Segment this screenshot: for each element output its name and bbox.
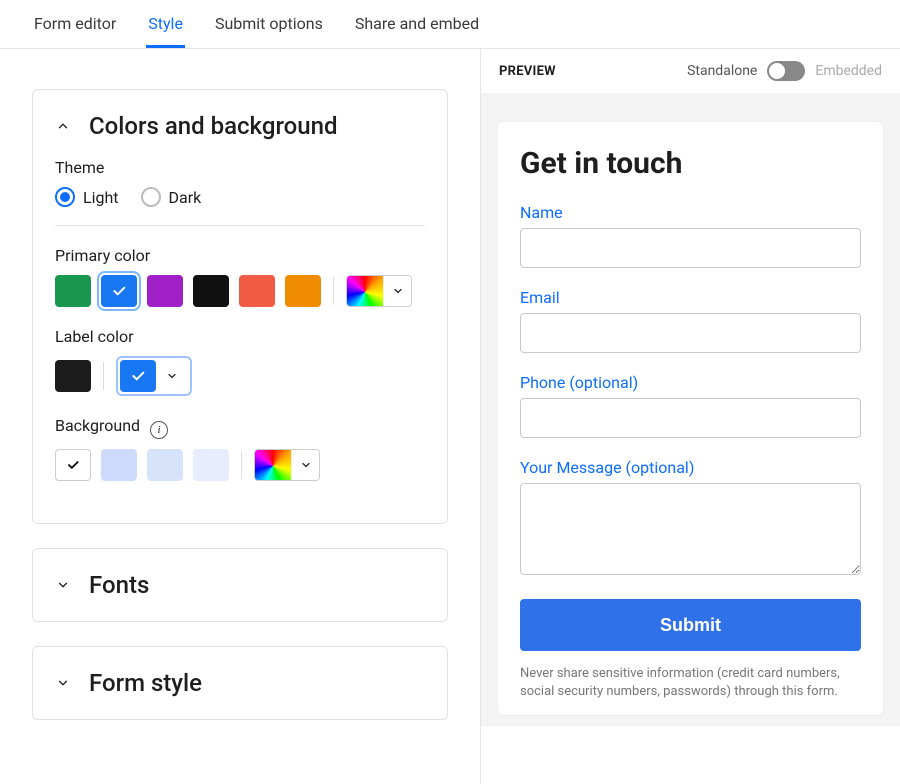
bg-swatch-2[interactable] <box>101 449 137 481</box>
chevron-down-icon <box>291 450 319 480</box>
theme-label: Theme <box>55 158 425 177</box>
form-disclaimer: Never share sensitive information (credi… <box>520 665 861 701</box>
field-label-phone: Phone (optional) <box>520 373 861 392</box>
tab-bar: Form editor Style Submit options Share a… <box>0 0 900 49</box>
preview-form: Get in touch Name Email Phone (optional)… <box>497 121 884 716</box>
rainbow-icon <box>347 276 383 307</box>
swatch-red[interactable] <box>239 275 275 307</box>
section-header-colors[interactable]: Colors and background <box>55 112 425 140</box>
radio-icon <box>141 187 161 207</box>
background-label: Background i <box>55 416 425 439</box>
chevron-down-icon <box>55 577 71 593</box>
tab-style[interactable]: Style <box>146 0 185 48</box>
chevron-up-icon <box>55 118 71 134</box>
form-title: Get in touch <box>520 146 861 181</box>
submit-button[interactable]: Submit <box>520 599 861 651</box>
message-textarea[interactable] <box>520 483 861 575</box>
swatch-purple[interactable] <box>147 275 183 307</box>
section-fonts[interactable]: Fonts <box>32 548 448 622</box>
email-input[interactable] <box>520 313 861 353</box>
info-icon[interactable]: i <box>150 421 168 439</box>
label-color-label: Label color <box>55 327 425 346</box>
radio-label: Light <box>83 188 119 207</box>
chevron-down-icon <box>156 360 188 392</box>
bg-swatch-3[interactable] <box>147 449 183 481</box>
field-label-message: Your Message (optional) <box>520 458 861 477</box>
bg-swatch-4[interactable] <box>193 449 229 481</box>
preview-pane: PREVIEW Standalone Embedded Get in touch… <box>480 49 900 784</box>
swatch-blue[interactable] <box>101 275 137 307</box>
chevron-down-icon <box>383 276 411 306</box>
check-icon <box>111 283 127 299</box>
radio-label: Dark <box>169 188 202 207</box>
section-title: Colors and background <box>89 112 337 140</box>
swatch-black[interactable] <box>193 275 229 307</box>
tab-form-editor[interactable]: Form editor <box>32 0 118 48</box>
rainbow-icon <box>255 450 291 481</box>
section-title: Fonts <box>89 571 149 599</box>
theme-radio-dark[interactable]: Dark <box>141 187 202 207</box>
field-label-email: Email <box>520 288 861 307</box>
primary-color-swatches <box>55 275 425 307</box>
preview-label: PREVIEW <box>499 64 556 79</box>
background-color-picker[interactable] <box>254 449 320 481</box>
preview-mode-embedded: Embedded <box>815 63 882 79</box>
label-color-swatches <box>55 356 425 396</box>
preview-mode-standalone: Standalone <box>687 63 757 79</box>
primary-color-picker[interactable] <box>346 275 412 307</box>
swatch-orange[interactable] <box>285 275 321 307</box>
bg-swatch-white[interactable] <box>55 449 91 481</box>
section-form-style[interactable]: Form style <box>32 646 448 720</box>
radio-icon <box>55 187 75 207</box>
section-title: Form style <box>89 669 202 697</box>
swatch-green[interactable] <box>55 275 91 307</box>
style-settings-pane: Colors and background Theme Light Dark P… <box>0 49 480 784</box>
theme-radio-light[interactable]: Light <box>55 187 119 207</box>
label-color-picker[interactable] <box>116 356 192 396</box>
name-input[interactable] <box>520 228 861 268</box>
field-label-name: Name <box>520 203 861 222</box>
tab-submit-options[interactable]: Submit options <box>213 0 325 48</box>
tab-share-embed[interactable]: Share and embed <box>353 0 481 48</box>
label-swatch-black[interactable] <box>55 360 91 392</box>
background-swatches <box>55 449 425 481</box>
check-icon <box>66 458 80 472</box>
primary-color-label: Primary color <box>55 246 425 265</box>
chevron-down-icon <box>55 675 71 691</box>
check-icon <box>130 368 146 384</box>
label-picker-swatch <box>120 360 156 392</box>
preview-mode-toggle[interactable] <box>767 61 805 81</box>
phone-input[interactable] <box>520 398 861 438</box>
section-colors-background: Colors and background Theme Light Dark P… <box>32 89 448 524</box>
